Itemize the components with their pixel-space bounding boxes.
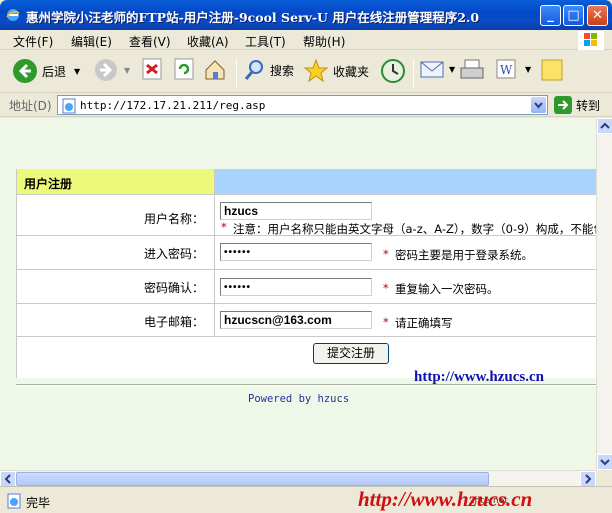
star-icon — [303, 58, 329, 83]
chevron-right-icon — [585, 474, 592, 484]
window-title: 惠州学院小汪老师的FTP站-用户注册-9cool Serv-U 用户在线注册管理… — [26, 10, 480, 25]
required-star: * — [383, 281, 389, 295]
page-done-icon — [7, 493, 21, 509]
registration-form: 用户注册 用户名称： hzucs * 注意：用户名称只能由英文字母（a-z、A-… — [16, 169, 596, 378]
form-title: 用户注册 — [24, 177, 73, 191]
mail-button[interactable]: ▼ — [420, 58, 455, 80]
maximize-button[interactable]: □ — [563, 5, 584, 26]
username-note: 注意：用户名称只能由英文字母（a-z、A-Z），数字（0-9）构成，不能包含空格 — [233, 222, 596, 235]
username-label: 用户名称： — [17, 195, 215, 235]
password-row: 进入密码： •••••• * 密码主要是用于登录系统。 — [17, 235, 596, 269]
mail-icon — [420, 61, 444, 78]
scroll-left-button[interactable] — [0, 471, 16, 487]
menu-favorites[interactable]: 收藏(A) — [187, 33, 229, 50]
refresh-button[interactable] — [174, 58, 194, 80]
title-bar: 惠州学院小汪老师的FTP站-用户注册-9cool Serv-U 用户在线注册管理… — [0, 0, 612, 30]
favorites-button[interactable]: 收藏夹 — [303, 58, 369, 84]
required-star: * — [221, 220, 227, 234]
form-header: 用户注册 — [17, 169, 596, 194]
email-input[interactable]: hzucscn@163.com — [220, 311, 372, 329]
back-arrow-icon — [13, 59, 37, 83]
stop-button[interactable] — [142, 58, 162, 80]
search-button[interactable]: 搜索 — [244, 58, 294, 82]
ie-app-icon — [6, 9, 20, 21]
go-arrow-icon — [554, 96, 572, 114]
scrollbar-corner — [596, 470, 612, 486]
word-document-icon: W — [496, 59, 516, 79]
username-row: 用户名称： hzucs * 注意：用户名称只能由英文字母（a-z、A-Z），数字… — [17, 194, 596, 235]
page-icon — [62, 98, 76, 114]
chevron-up-icon — [600, 122, 610, 129]
password-label: 进入密码： — [17, 236, 215, 269]
menu-tools[interactable]: 工具(T) — [245, 33, 286, 50]
email-label: 电子邮箱： — [17, 304, 215, 336]
required-star: * — [383, 247, 389, 261]
status-text: 完毕 — [26, 496, 51, 510]
watermark-overlay: http://www.hzucs.cn — [358, 487, 533, 511]
watermark-url: http://www.hzucs.cn — [414, 369, 545, 385]
horizontal-scrollbar[interactable] — [0, 470, 596, 487]
close-button[interactable]: ✕ — [587, 5, 608, 26]
email-row: 电子邮箱： hzucscn@163.com * 请正确填写 — [17, 303, 596, 336]
toolbar-separator — [413, 59, 414, 87]
submit-button[interactable]: 提交注册 — [313, 343, 389, 364]
vertical-scrollbar[interactable] — [596, 118, 612, 470]
menu-view[interactable]: 查看(V) — [129, 33, 171, 50]
sticky-note-icon — [541, 59, 563, 81]
notes-button[interactable] — [540, 58, 564, 82]
confirm-password-input[interactable]: •••••• — [220, 278, 372, 296]
address-input[interactable]: http://172.17.21.211/reg.asp — [57, 95, 548, 115]
page-content: 用户注册 用户名称： hzucs * 注意：用户名称只能由英文字母（a-z、A-… — [0, 118, 596, 470]
refresh-icon — [174, 58, 194, 80]
scroll-down-button[interactable] — [597, 454, 612, 470]
menu-file[interactable]: 文件(F) — [13, 33, 53, 50]
address-url: http://172.17.21.211/reg.asp — [80, 99, 266, 112]
address-dropdown-button[interactable] — [531, 97, 546, 113]
scroll-thumb[interactable] — [16, 472, 489, 486]
go-button[interactable]: 转到 — [554, 96, 600, 114]
forward-arrow-icon — [95, 59, 117, 81]
scroll-right-button[interactable] — [580, 471, 596, 487]
forward-button[interactable]: ▼ — [94, 58, 130, 82]
address-label: 地址(D) — [9, 99, 52, 113]
menu-help[interactable]: 帮助(H) — [303, 33, 345, 50]
history-button[interactable] — [380, 58, 406, 84]
powered-by-text: Powered by hzucs — [248, 393, 350, 405]
required-star: * — [383, 315, 389, 329]
toolbar: 后退 ▼ ▼ 搜索 收藏夹 ▼ W ▼ — [0, 51, 612, 93]
password-input[interactable]: •••••• — [220, 243, 372, 261]
chevron-left-icon — [4, 474, 11, 484]
username-input[interactable]: hzucs — [220, 202, 372, 220]
confirm-password-label: 密码确认： — [17, 270, 215, 303]
home-icon — [205, 60, 225, 80]
chevron-down-icon — [534, 102, 543, 109]
minimize-button[interactable]: _ — [540, 5, 561, 26]
search-icon — [244, 60, 263, 80]
svg-text:W: W — [500, 63, 513, 77]
email-note: 请正确填写 — [395, 316, 453, 330]
printer-icon — [460, 59, 484, 79]
menu-bar: 文件(F) 编辑(E) 查看(V) 收藏(A) 工具(T) 帮助(H) — [0, 30, 612, 50]
chevron-down-icon[interactable]: ▼ — [124, 66, 130, 75]
address-bar: 地址(D) http://172.17.21.211/reg.asp 转到 — [0, 93, 612, 117]
chevron-down-icon[interactable]: ▼ — [74, 67, 80, 76]
scroll-up-button[interactable] — [597, 118, 612, 134]
history-icon — [381, 59, 405, 83]
edit-button[interactable]: W ▼ — [495, 58, 531, 80]
chevron-down-icon — [600, 459, 610, 466]
status-bar: 完毕 Internet http://www.hzucs.cn — [0, 486, 612, 513]
chevron-down-icon[interactable]: ▼ — [449, 65, 455, 74]
menu-edit[interactable]: 编辑(E) — [71, 33, 112, 50]
password-note: 密码主要是用于登录系统。 — [395, 248, 533, 262]
windows-logo-icon — [578, 31, 604, 50]
back-button[interactable]: 后退 ▼ — [12, 58, 80, 84]
stop-icon — [142, 58, 162, 80]
confirm-password-note: 重复输入一次密码。 — [395, 282, 499, 296]
home-button[interactable] — [203, 58, 227, 82]
confirm-password-row: 密码确认： •••••• * 重复输入一次密码。 — [17, 269, 596, 303]
print-button[interactable] — [459, 58, 485, 82]
toolbar-separator — [236, 59, 237, 87]
chevron-down-icon[interactable]: ▼ — [525, 65, 531, 74]
